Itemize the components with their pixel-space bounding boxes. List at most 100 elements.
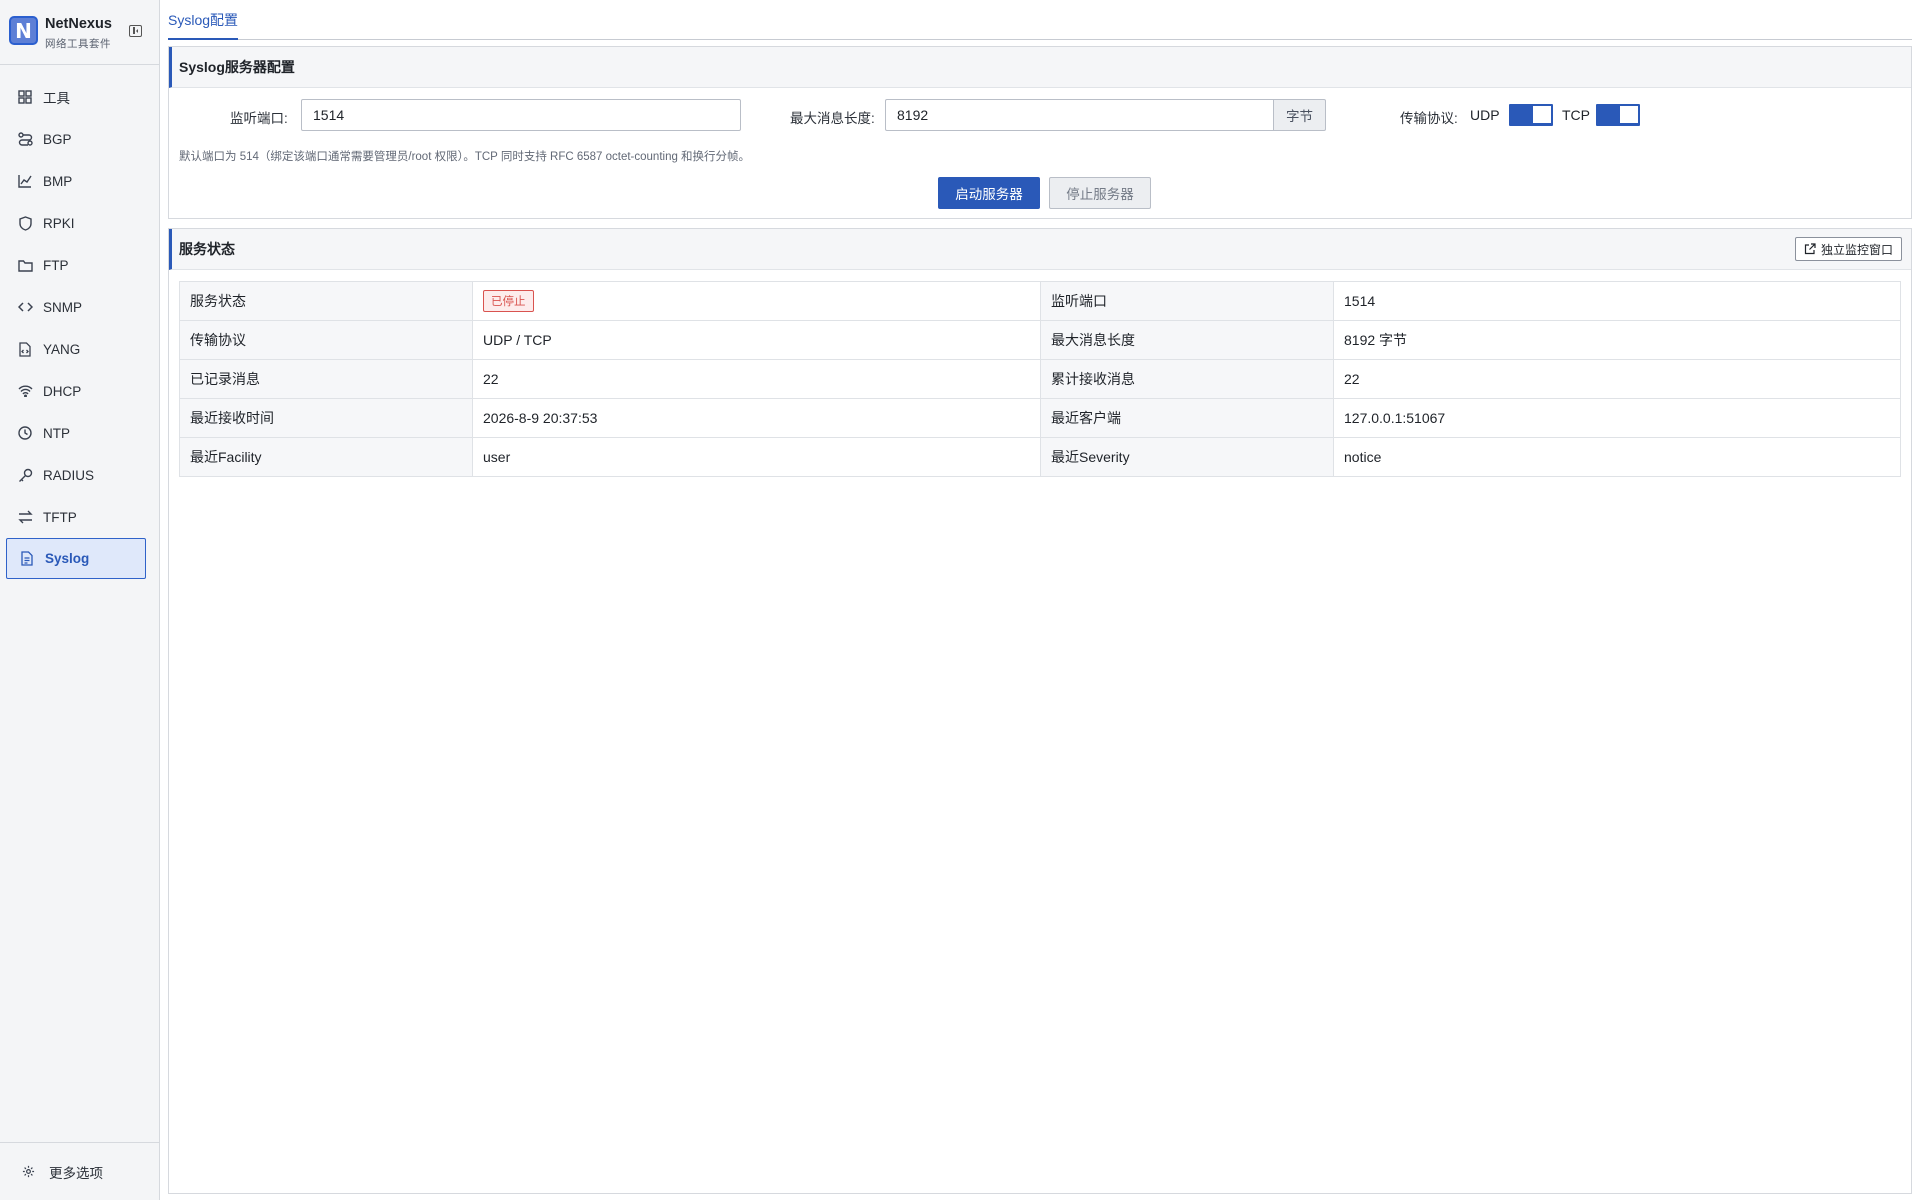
- status-value: 22: [472, 359, 1041, 399]
- sidebar-item-label: SNMP: [43, 299, 83, 315]
- sidebar-item-label: BMP: [43, 173, 73, 189]
- sidebar-nav: 工具 BGP BMP RPKI FTP SNMP YANG DHCP NTP R…: [0, 76, 160, 579]
- config-form-row: 监听端口: 1514 最大消息长度: 8192 字节 传输协议: UDP TCP: [169, 99, 1911, 131]
- status-key: 传输协议: [179, 320, 473, 360]
- status-key: 服务状态: [179, 281, 473, 321]
- toggle-knob: [1533, 106, 1551, 123]
- status-key: 最近客户端: [1040, 398, 1334, 438]
- grid-icon: [17, 89, 33, 105]
- status-value: 2026-8-9 20:37:53: [472, 398, 1041, 438]
- external-link-icon: [1804, 243, 1816, 255]
- route-icon: [17, 131, 33, 147]
- table-row: 最近Facility user 最近Severity notice: [179, 437, 1901, 477]
- sidebar-item-label: DHCP: [43, 383, 82, 399]
- table-row: 传输协议 UDP / TCP 最大消息长度 8192 字节: [179, 320, 1901, 360]
- sidebar-item-rpki[interactable]: RPKI: [0, 202, 160, 244]
- logo-letter: N: [15, 18, 32, 43]
- sidebar-item-tools[interactable]: 工具: [0, 76, 160, 118]
- sidebar-item-syslog[interactable]: Syslog: [6, 538, 146, 579]
- config-panel-title: Syslog服务器配置: [169, 47, 1911, 88]
- stop-server-button[interactable]: 停止服务器: [1049, 177, 1151, 209]
- clock-icon: [17, 425, 33, 441]
- brand-header: N NetNexus 网络工具套件: [0, 0, 160, 65]
- status-key: 已记录消息: [179, 359, 473, 399]
- port-label: 监听端口:: [230, 111, 288, 126]
- max-length-unit: 字节: [1274, 99, 1326, 131]
- protocol-label: 传输协议:: [1400, 111, 1458, 126]
- toggle-knob: [1620, 106, 1638, 123]
- sidebar-item-label: RPKI: [43, 215, 75, 231]
- status-value: UDP / TCP: [472, 320, 1041, 360]
- transfer-icon: [17, 509, 33, 525]
- sidebar-item-label: BGP: [43, 131, 72, 147]
- more-options-button[interactable]: 更多选项: [0, 1142, 160, 1200]
- main-content: Syslog配置 Syslog服务器配置 监听端口: 1514 最大消息长度: …: [168, 0, 1912, 1200]
- max-length-input[interactable]: 8192: [885, 99, 1274, 131]
- table-row: 服务状态 已停止 监听端口 1514: [179, 281, 1901, 321]
- app-subtitle: 网络工具套件: [45, 38, 111, 50]
- code-icon: [17, 299, 33, 315]
- app-logo: N: [9, 16, 38, 45]
- status-value-cell: 已停止: [472, 281, 1041, 321]
- port-input[interactable]: 1514: [301, 99, 741, 131]
- status-value: 8192 字节: [1333, 320, 1901, 360]
- service-status-panel: 服务状态 独立监控窗口 服务状态 已停止 监听端口 1514 传输协议 UDP …: [168, 228, 1912, 1194]
- status-key: 最近Severity: [1040, 437, 1334, 477]
- gear-icon: [22, 1165, 35, 1178]
- status-key: 监听端口: [1040, 281, 1334, 321]
- udp-label: UDP: [1470, 107, 1500, 123]
- max-length-label: 最大消息长度:: [790, 111, 875, 126]
- document-icon: [19, 551, 35, 567]
- sidebar-item-bmp[interactable]: BMP: [0, 160, 160, 202]
- app-name: NetNexus: [45, 16, 112, 32]
- open-monitor-window-button[interactable]: 独立监控窗口: [1794, 237, 1902, 261]
- sidebar-item-snmp[interactable]: SNMP: [0, 286, 160, 328]
- sidebar-item-radius[interactable]: RADIUS: [0, 454, 160, 496]
- status-value: user: [472, 437, 1041, 477]
- monitor-button-label: 独立监控窗口: [1820, 242, 1893, 257]
- chart-icon: [17, 173, 33, 189]
- sidebar-item-dhcp[interactable]: DHCP: [0, 370, 160, 412]
- sidebar-collapse-icon[interactable]: [129, 25, 142, 37]
- sidebar-item-label: FTP: [43, 257, 69, 273]
- syslog-config-panel: Syslog服务器配置 监听端口: 1514 最大消息长度: 8192 字节 传…: [168, 46, 1912, 219]
- sidebar: N NetNexus 网络工具套件 工具 BGP BMP RPKI FTP SN…: [0, 0, 160, 1200]
- key-icon: [17, 467, 33, 483]
- status-key: 最大消息长度: [1040, 320, 1334, 360]
- status-value: 1514: [1333, 281, 1901, 321]
- sidebar-item-label: Syslog: [45, 551, 90, 566]
- status-badge: 已停止: [483, 290, 534, 312]
- sidebar-item-label: NTP: [43, 425, 70, 441]
- sidebar-item-yang[interactable]: YANG: [0, 328, 160, 370]
- table-row: 已记录消息 22 累计接收消息 22: [179, 359, 1901, 399]
- folder-icon: [17, 257, 33, 273]
- sidebar-item-ntp[interactable]: NTP: [0, 412, 160, 454]
- status-panel-header: 服务状态 独立监控窗口: [169, 229, 1911, 270]
- wifi-icon: [17, 383, 33, 399]
- start-server-button[interactable]: 启动服务器: [938, 177, 1040, 209]
- status-key: 最近Facility: [179, 437, 473, 477]
- sidebar-item-tftp[interactable]: TFTP: [0, 496, 160, 538]
- tab-syslog-config[interactable]: Syslog配置: [168, 10, 239, 40]
- sidebar-item-label: RADIUS: [43, 467, 95, 483]
- sidebar-item-label: TFTP: [43, 509, 77, 525]
- tcp-label: TCP: [1562, 107, 1590, 123]
- sidebar-item-label: YANG: [43, 341, 81, 357]
- file-code-icon: [17, 341, 33, 357]
- tcp-toggle[interactable]: [1596, 104, 1640, 126]
- status-key: 累计接收消息: [1040, 359, 1334, 399]
- status-value: 127.0.0.1:51067: [1333, 398, 1901, 438]
- sidebar-item-ftp[interactable]: FTP: [0, 244, 160, 286]
- shield-icon: [17, 215, 33, 231]
- sidebar-item-label: 工具: [43, 91, 70, 106]
- status-table: 服务状态 已停止 监听端口 1514 传输协议 UDP / TCP 最大消息长度…: [179, 281, 1901, 477]
- status-key: 最近接收时间: [179, 398, 473, 438]
- status-value: 22: [1333, 359, 1901, 399]
- status-panel-title: 服务状态: [179, 241, 235, 257]
- sidebar-item-bgp[interactable]: BGP: [0, 118, 160, 160]
- more-options-label: 更多选项: [49, 1165, 103, 1181]
- udp-toggle[interactable]: [1509, 104, 1553, 126]
- tab-bar: Syslog配置: [168, 0, 1912, 40]
- table-row: 最近接收时间 2026-8-9 20:37:53 最近客户端 127.0.0.1…: [179, 398, 1901, 438]
- status-value: notice: [1333, 437, 1901, 477]
